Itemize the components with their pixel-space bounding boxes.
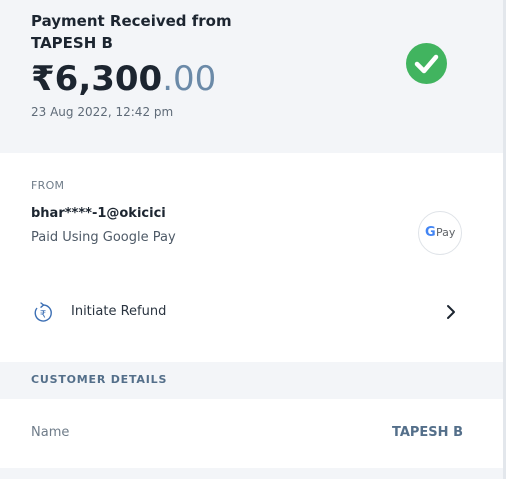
payment-datetime: 23 Aug 2022, 12:42 pm	[31, 105, 174, 119]
section-title: CUSTOMER DETAILS	[31, 373, 168, 386]
payment-amount: ₹6,300.00	[31, 58, 216, 100]
from-card: FROM bhar****-1@okicici Paid Using Googl…	[0, 153, 503, 362]
payer-vpa: bhar****-1@okicici	[31, 206, 166, 221]
payer-name: TAPESH B	[31, 34, 113, 52]
name-label: Name	[31, 425, 70, 440]
amount-main: ₹6,300	[31, 59, 163, 99]
bottom-divider	[0, 468, 503, 479]
title-line-1: Payment Received from	[31, 12, 232, 30]
svg-text:₹: ₹	[40, 310, 46, 321]
chevron-right-icon	[447, 305, 455, 319]
page-title: Payment Received from TAPESH B	[31, 10, 232, 54]
customer-details-header: CUSTOMER DETAILS	[0, 362, 503, 399]
from-label: FROM	[31, 179, 65, 192]
refund-label: Initiate Refund	[71, 304, 167, 319]
gpay-g: G	[425, 225, 436, 240]
initiate-refund-button[interactable]: ₹ Initiate Refund	[0, 291, 503, 335]
google-pay-logo-icon: G Pay	[418, 211, 462, 255]
check-circle-icon	[406, 43, 447, 84]
payment-header: Payment Received from TAPESH B ₹6,300.00…	[0, 0, 503, 153]
refund-rupee-icon: ₹	[34, 302, 52, 322]
name-value: TAPESH B	[391, 425, 463, 440]
customer-name-row: Name TAPESH B	[0, 399, 503, 468]
amount-decimal: .00	[162, 59, 217, 99]
gpay-text: Pay	[436, 226, 456, 239]
payment-method: Paid Using Google Pay	[31, 230, 176, 245]
